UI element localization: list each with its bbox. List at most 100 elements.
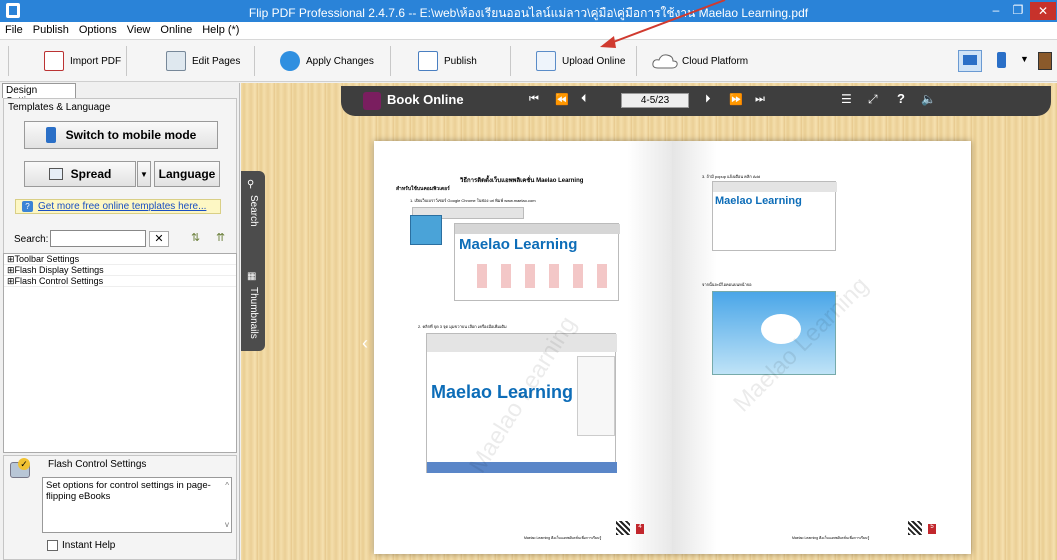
desktop-view-icon[interactable] — [958, 50, 982, 72]
search-icon[interactable]: ⚲ — [247, 179, 254, 190]
first-page-icon[interactable]: ⏮ — [529, 93, 539, 106]
spread-button[interactable]: Spread — [24, 161, 136, 187]
upload-online-label: Upload Online — [562, 55, 626, 67]
menu-publish[interactable]: Publish — [28, 22, 74, 36]
edit-pages-icon — [166, 51, 186, 71]
qr-code — [616, 521, 630, 535]
cloud-icon — [652, 54, 678, 69]
toolbar: Import PDF Edit Pages Apply Changes Publ… — [0, 40, 1057, 82]
expand-all-icon[interactable]: ⇅ — [191, 231, 200, 244]
right-footer: Maelao Learning คือเว็บแอพพลิเคชั่นเพื่อ… — [792, 536, 870, 540]
screenshot-bar — [427, 334, 617, 352]
settings-tree: ⊞Toolbar Settings ⊞Flash Display Setting… — [3, 253, 237, 453]
phone-icon — [45, 127, 56, 143]
help-title: Flash Control Settings — [48, 459, 147, 470]
tab-design-settings[interactable]: Design Settings — [2, 83, 76, 107]
toolbar-separator — [254, 46, 255, 76]
apply-changes-label: Apply Changes — [306, 55, 374, 67]
next-page-icon[interactable]: ⏩ — [729, 93, 743, 106]
fullscreen-icon[interactable]: ⤢ — [868, 92, 878, 107]
tree-item-toolbar[interactable]: ⊞Toolbar Settings — [4, 254, 236, 265]
toc-icon[interactable]: ☰ — [841, 92, 852, 106]
maelao-logo-text: Maelao Learning — [715, 195, 802, 207]
side-tabs: ⚲ Search ▦ Thumbnails — [241, 171, 265, 351]
edit-pages-label: Edit Pages — [192, 55, 241, 67]
qr-code — [908, 521, 922, 535]
chrome-screenshot — [410, 215, 442, 245]
maelao-logo-text: Maelao Learning — [431, 382, 574, 402]
cloud-platform-label: Cloud Platform — [682, 55, 749, 67]
apply-changes-button[interactable]: Apply Changes — [280, 48, 374, 74]
maelao-screenshot-3: Maelao Learning — [712, 181, 837, 251]
toolbar-separator — [510, 46, 511, 76]
publish-label: Publish — [444, 55, 477, 67]
edit-pages-button[interactable]: Edit Pages — [166, 48, 240, 74]
left-page-sub: สำหรับใช้บนคอมพิวเตอร์ — [396, 186, 450, 192]
switch-mobile-button[interactable]: Switch to mobile mode — [24, 121, 218, 149]
theme-icon[interactable] — [1038, 52, 1052, 70]
scroll-up-icon[interactable]: ^ — [225, 480, 229, 491]
book-logo-icon — [363, 92, 381, 110]
sound-icon[interactable]: 🔈 — [921, 92, 936, 106]
language-button[interactable]: Language — [154, 161, 220, 187]
collapse-all-icon[interactable]: ⇈ — [216, 231, 225, 244]
tab-search[interactable]: Search — [248, 195, 259, 227]
toolbar-separator — [126, 46, 127, 76]
close-button[interactable]: ✕ — [1030, 2, 1056, 20]
next-icon[interactable]: ⏵ — [705, 93, 711, 106]
toolbar-separator — [390, 46, 391, 76]
clear-search-icon[interactable]: ✕ — [149, 231, 169, 247]
last-page-icon[interactable]: ⏭ — [755, 93, 765, 106]
help-icon: ? — [22, 201, 33, 212]
menu-bar: File Publish Options View Online Help (*) — [0, 22, 1057, 40]
more-templates-label: Get more free online templates here... — [38, 201, 207, 212]
spread-dropdown-icon[interactable]: ▼ — [137, 161, 151, 187]
publish-button[interactable]: Publish — [418, 48, 477, 74]
pdf-icon — [44, 51, 64, 71]
prev-icon[interactable]: ⏴ — [581, 93, 587, 106]
tree-item-flash-control[interactable]: ⊞Flash Control Settings — [4, 276, 236, 287]
import-pdf-button[interactable]: Import PDF — [44, 48, 121, 74]
book-spread: วิธีการติดตั้งเว็บแอพพลิเคชั่น Maelao Le… — [374, 141, 971, 554]
thumbnails-icon[interactable]: ▦ — [247, 271, 256, 282]
window-title: Flip PDF Professional 2.4.7.6 -- E:\web\… — [248, 6, 809, 20]
tab-thumbnails[interactable]: Thumbnails — [248, 287, 259, 339]
help-book-icon[interactable]: ? — [897, 91, 905, 106]
book-preview: Book Online ⏮ ⏪ ⏴ 4-5/23 ⏵ ⏩ ⏭ ☰ ⤢ ? 🔈 ⚲… — [241, 83, 1057, 560]
scroll-down-icon[interactable]: v — [225, 519, 229, 530]
instant-help-label: Instant Help — [62, 540, 116, 551]
title-bar: Flip PDF Professional 2.4.7.6 -- E:\web\… — [0, 0, 1057, 22]
menu-options[interactable]: Options — [74, 22, 122, 36]
maelao-logo-text: Maelao Learning — [459, 236, 578, 253]
help-group: ✓ Flash Control Settings Set options for… — [3, 455, 237, 560]
mobile-view-icon[interactable] — [995, 50, 1009, 72]
help-text: Set options for control settings in page… — [46, 480, 211, 502]
upload-icon — [536, 51, 556, 71]
prev-page-icon[interactable]: ⏪ — [555, 93, 569, 106]
minimize-button[interactable]: – — [984, 0, 1008, 22]
right-note: จากนั้นจะมีไอคอนบนหน้าจอ — [702, 282, 752, 287]
menu-online[interactable]: Online — [155, 22, 197, 36]
cloud-platform-button[interactable]: Cloud Platform — [652, 48, 748, 74]
page-number-field[interactable]: 4-5/23 — [621, 93, 689, 108]
menu-file[interactable]: File — [0, 22, 28, 36]
book-toolbar: Book Online ⏮ ⏪ ⏴ 4-5/23 ⏵ ⏩ ⏭ ☰ ⤢ ? 🔈 — [341, 86, 1051, 116]
chevron-down-icon[interactable]: ▼ — [1020, 54, 1029, 64]
right-step3: 3. ถ้ามี popup แจ้งเตือน คลิก Add — [702, 174, 760, 179]
tree-item-flash-display[interactable]: ⊞Flash Display Settings — [4, 265, 236, 276]
left-footer: Maelao Learning คือเว็บแอพพลิเคชั่นเพื่อ… — [524, 536, 602, 540]
check-icon: ✓ — [18, 458, 30, 470]
prev-page-arrow[interactable]: ‹ — [362, 333, 368, 354]
left-page: วิธีการติดตั้งเว็บแอพพลิเคชั่น Maelao Le… — [374, 141, 672, 554]
maximize-button[interactable]: ❐ — [1008, 0, 1028, 22]
more-templates-link[interactable]: ? Get more free online templates here... — [15, 199, 221, 214]
search-label: Search: — [14, 234, 49, 245]
upload-online-button[interactable]: Upload Online — [536, 48, 625, 74]
instant-help-checkbox[interactable] — [47, 540, 58, 551]
design-settings-panel: Design Settings Templates & Language Swi… — [0, 83, 240, 560]
menu-view[interactable]: View — [122, 22, 156, 36]
search-input[interactable] — [50, 230, 146, 247]
toolbar-grip — [8, 46, 9, 76]
menu-help[interactable]: Help (*) — [197, 22, 244, 36]
book-logo-text: Book Online — [387, 92, 464, 107]
